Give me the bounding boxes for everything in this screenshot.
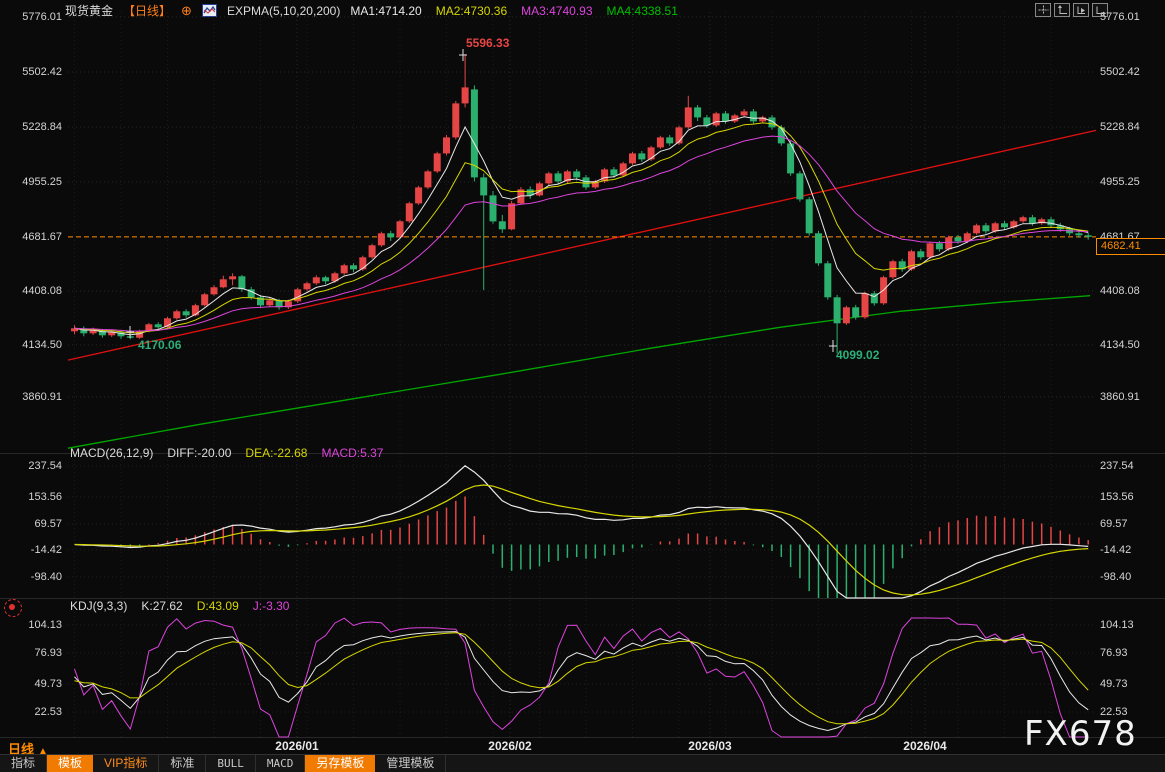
- x-axis-date: 2026/04: [890, 739, 960, 753]
- axis-label: 4134.50: [1100, 338, 1162, 352]
- toolbar-icons: [1035, 3, 1108, 17]
- link-icon[interactable]: ⊕: [181, 3, 192, 19]
- period-tag: 【日线】: [123, 2, 171, 19]
- tab-standard[interactable]: 标准: [159, 755, 206, 772]
- axis-label: 4134.50: [0, 338, 62, 352]
- axis-label: 104.13: [0, 618, 62, 632]
- macd-label: MACD(26,12,9): [70, 446, 153, 460]
- axis-label: 5502.42: [1100, 65, 1162, 79]
- axis-label: 4408.08: [1100, 284, 1162, 298]
- axis-label: -98.40: [1100, 570, 1162, 584]
- indicator-name: EXPMA(5,10,20,200): [227, 4, 340, 18]
- axis-label: 4408.08: [0, 284, 62, 298]
- macd-macd-value: MACD:5.37: [321, 446, 383, 460]
- ma-values: MA1:4714.20 MA2:4730.36 MA3:4740.93 MA4:433…: [350, 4, 678, 18]
- axis-label: 49.73: [1100, 677, 1162, 691]
- tab-vip-indicators[interactable]: VIP指标: [93, 755, 159, 772]
- kdj-k-value: K:27.62: [141, 599, 182, 613]
- axis-label: 153.56: [0, 490, 62, 504]
- axis-label: 153.56: [1100, 490, 1162, 504]
- x-axis-date: 2026/02: [475, 739, 545, 753]
- axis-label: 5776.01: [1100, 10, 1162, 24]
- axis-label: 76.93: [0, 646, 62, 660]
- chart-header: 现货黄金 【日线】 ⊕ EXPMA(5,10,20,200) MA1:4714.…: [65, 2, 678, 19]
- kdj-j-value: J:-3.30: [253, 599, 290, 613]
- axis-label: 49.73: [0, 677, 62, 691]
- bottom-tab-bar: 指标模板VIP指标标准BULLMACD另存模板管理模板: [0, 754, 1165, 772]
- ma2-value: MA2:4730.36: [436, 4, 507, 18]
- axis-label: 69.57: [0, 517, 62, 531]
- kdj-label: KDJ(9,3,3): [70, 599, 127, 613]
- tab-manage-template[interactable]: 管理模板: [375, 755, 446, 772]
- tab-indicators[interactable]: 指标: [0, 755, 47, 772]
- x-axis-date: 2026/03: [675, 739, 745, 753]
- tab-save-template[interactable]: 另存模板: [305, 755, 375, 772]
- tab-bull[interactable]: BULL: [206, 755, 256, 772]
- ma4-value: MA4:4338.51: [607, 4, 678, 18]
- macd-header: MACD(26,12,9) DIFF:-20.00 DEA:-22.68 MAC…: [70, 446, 383, 460]
- target-marker-icon: [4, 599, 22, 617]
- axis-label: 237.54: [0, 459, 62, 473]
- chart-app: 现货黄金 【日线】 ⊕ EXPMA(5,10,20,200) MA1:4714.…: [0, 0, 1165, 772]
- chart-canvas[interactable]: [0, 0, 1165, 772]
- ma3-value: MA3:4740.93: [521, 4, 592, 18]
- axis-label: 4681.67: [0, 230, 62, 244]
- kdj-header: KDJ(9,3,3) K:27.62 D:43.09 J:-3.30: [70, 599, 289, 613]
- macd-dea-value: DEA:-22.68: [245, 446, 307, 460]
- axis-label: 5776.01: [0, 10, 62, 24]
- tab-template[interactable]: 模板: [47, 755, 93, 772]
- price-annotation: 4099.02: [836, 348, 879, 362]
- ma1-value: MA1:4714.20: [350, 4, 421, 18]
- price-annotation: 5596.33: [466, 36, 509, 50]
- axis-label: -14.42: [0, 543, 62, 557]
- axis-label: -14.42: [1100, 543, 1162, 557]
- axis-label: 104.13: [1100, 618, 1162, 632]
- axis-label: 237.54: [1100, 459, 1162, 473]
- axis-label: 5228.84: [0, 120, 62, 134]
- x-axis-date: 2026/01: [262, 739, 332, 753]
- symbol-name: 现货黄金: [65, 2, 113, 19]
- axis-label: 76.93: [1100, 646, 1162, 660]
- watermark: FX678: [1024, 714, 1137, 754]
- axis-label: -98.40: [0, 570, 62, 584]
- axis-label: 4955.25: [0, 175, 62, 189]
- price-annotation: 4170.06: [138, 338, 181, 352]
- macd-diff-value: DIFF:-20.00: [167, 446, 231, 460]
- current-price-tag: 4682.41: [1096, 238, 1165, 255]
- axis-label: 3860.91: [1100, 390, 1162, 404]
- axis-label: 4955.25: [1100, 175, 1162, 189]
- auto-scale-icon[interactable]: [1073, 3, 1089, 17]
- crosshair-icon[interactable]: [1035, 3, 1051, 17]
- kdj-d-value: D:43.09: [197, 599, 239, 613]
- axis-label: 3860.91: [0, 390, 62, 404]
- tab-macd[interactable]: MACD: [256, 755, 306, 772]
- axis-label: 5502.42: [0, 65, 62, 79]
- y-axis-scale-icon[interactable]: [1054, 3, 1070, 17]
- axis-label: 69.57: [1100, 517, 1162, 531]
- axis-label: 5228.84: [1100, 120, 1162, 134]
- indicator-chart-icon: [202, 4, 217, 17]
- axis-label: 22.53: [0, 705, 62, 719]
